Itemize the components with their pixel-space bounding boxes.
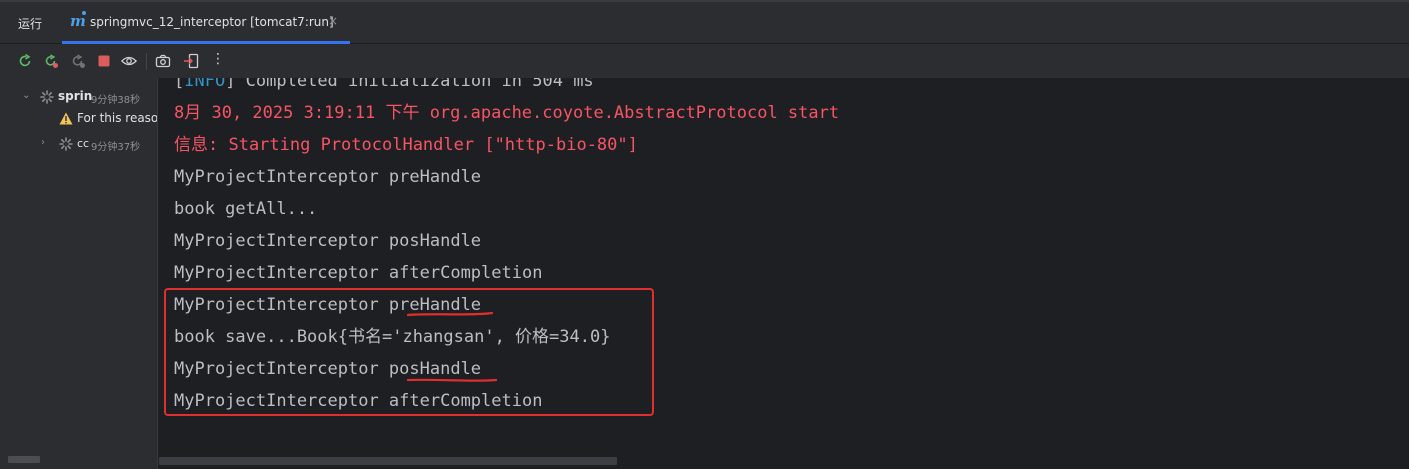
chevron-down-icon[interactable]: ⌄ <box>22 90 30 101</box>
tool-window-tab-bar: 运行 m springmvc_12_interceptor [tomcat7:r… <box>0 0 1409 44</box>
annotation-highlight-box <box>164 288 654 416</box>
toggle-auto-test-icon[interactable] <box>70 53 86 69</box>
rerun-failed-icon[interactable] <box>43 53 59 69</box>
maven-dot <box>82 11 86 15</box>
exit-icon[interactable] <box>183 53 199 69</box>
toolbar-separator <box>146 53 147 70</box>
tab-springmvc-run[interactable]: m springmvc_12_interceptor [tomcat7:run]… <box>62 4 350 44</box>
elapsed-time: 9分钟37秒 <box>91 142 141 153</box>
tab-bar-top-border <box>0 0 1409 2</box>
console-line-error: 信息: Starting ProtocolHandler ["http-bio-… <box>174 135 638 155</box>
tree-item-cc[interactable]: › cc 9分钟37秒 <box>0 134 157 154</box>
warning-icon <box>59 112 73 125</box>
console-line: MyProjectInterceptor preHandle <box>174 167 482 187</box>
run-tree-sidebar: ⌄ sprin 9分钟38秒 For this reaso › cc 9分钟37… <box>0 78 158 469</box>
console-line: [INFO] Completed initialization in 504 m… <box>174 78 594 93</box>
tree-item-label: sprin <box>58 89 93 103</box>
stop-icon[interactable] <box>96 53 112 69</box>
console-line: book getAll... <box>174 199 318 219</box>
run-toolbar: ⋮ <box>0 44 1409 78</box>
more-icon[interactable]: ⋮ <box>210 51 226 67</box>
close-icon[interactable]: × <box>328 14 338 28</box>
run-tool-window-title: 运行 <box>18 17 43 31</box>
tree-item-sprin[interactable]: ⌄ sprin 9分钟38秒 <box>0 87 157 107</box>
info-tag: INFO <box>184 78 226 91</box>
console-horizontal-scrollbar[interactable] <box>159 457 617 465</box>
eye-icon[interactable] <box>121 53 137 69</box>
tree-item-warning[interactable]: For this reaso <box>0 109 158 129</box>
tree-item-label: For this reaso <box>77 111 158 125</box>
rerun-icon[interactable] <box>17 53 33 69</box>
elapsed-time: 9分钟38秒 <box>91 95 141 106</box>
camera-icon[interactable] <box>155 53 171 69</box>
tab-title: springmvc_12_interceptor [tomcat7:run] <box>90 15 334 29</box>
sidebar-horizontal-scrollbar[interactable] <box>8 456 40 463</box>
console-line: MyProjectInterceptor afterCompletion <box>174 263 543 283</box>
spinner-icon <box>40 90 54 104</box>
tree-item-label: cc <box>77 137 90 150</box>
console-line-error: 8月 30, 2025 3:19:11 下午 org.apache.coyote… <box>174 103 840 123</box>
console-line: MyProjectInterceptor posHandle <box>174 231 482 251</box>
chevron-right-icon[interactable]: › <box>41 137 45 148</box>
spinner-icon <box>59 137 73 151</box>
